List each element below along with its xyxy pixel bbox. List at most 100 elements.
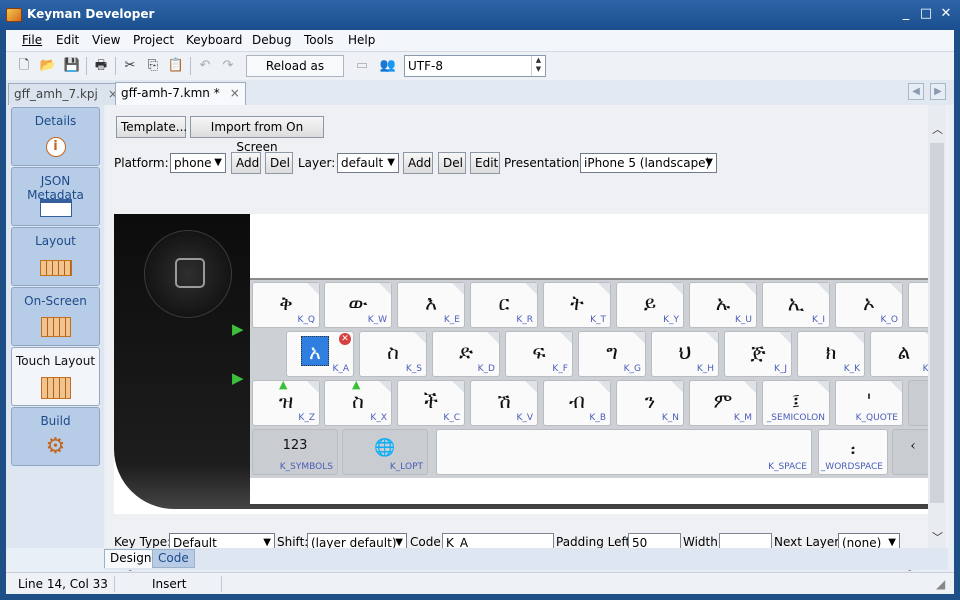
new-file-icon[interactable]: 🗋 <box>14 56 34 76</box>
key-selected[interactable]: አ K_A ✕ <box>286 331 354 377</box>
tab-source[interactable]: gff-amh-7.kmn * × <box>115 82 246 105</box>
sidebar-item-on-screen[interactable]: On-Screen <box>11 287 100 346</box>
import-from-on-screen-button[interactable]: Import from On Screen <box>190 116 324 154</box>
key[interactable]: ው K_W <box>324 282 392 328</box>
vertical-scrollbar[interactable]: ︿ ﹀ <box>928 105 946 548</box>
menu-edit[interactable]: Edit <box>56 33 79 47</box>
key[interactable]: ቅ K_Q <box>252 282 320 328</box>
menu-project[interactable]: Project <box>133 33 174 47</box>
key[interactable]: ን K_N <box>616 380 684 426</box>
menu-tools[interactable]: Tools <box>304 33 334 47</box>
add-layer-button[interactable]: Add <box>403 152 433 174</box>
open-folder-icon[interactable]: 📂 <box>38 56 58 76</box>
tab-project[interactable]: gff_amh_7.kpj × <box>8 83 124 105</box>
reload-as-format-button[interactable]: Reload as format <box>246 55 344 93</box>
key[interactable]: ጅ K_J <box>724 331 792 377</box>
save-icon[interactable]: 💾 <box>62 56 82 76</box>
key-id: K_N <box>661 413 679 423</box>
add-key-icon[interactable]: ▲ <box>279 378 287 391</box>
delete-key-icon[interactable]: ✕ <box>339 333 351 345</box>
add-platform-button[interactable]: Add <box>231 152 261 174</box>
del-layer-button[interactable]: Del <box>438 152 466 174</box>
key[interactable]: ድ K_D <box>432 331 500 377</box>
key[interactable]: ህ K_H <box>651 331 719 377</box>
menu-keyboard[interactable]: Keyboard <box>186 33 242 47</box>
platform-select[interactable]: phone ▼ <box>170 153 226 173</box>
menu-file[interactable]: File <box>22 33 42 47</box>
copy-icon[interactable]: ⎘ <box>143 56 163 76</box>
key[interactable]: ስ K_S <box>359 331 427 377</box>
key[interactable]: እ K_E <box>397 282 465 328</box>
key[interactable]: ' K_QUOTE <box>835 380 903 426</box>
tab-scroll-left-icon[interactable]: ◀ <box>908 83 924 100</box>
edit-layer-button[interactable]: Edit <box>470 152 500 174</box>
close-window-button[interactable]: ✕ <box>938 6 954 22</box>
key-symbols[interactable]: 123 K_SYMBOLS <box>252 429 338 475</box>
tab-code[interactable]: Code <box>152 549 195 568</box>
paste-icon[interactable]: 📋 <box>166 56 186 76</box>
key[interactable]: ኦ K_O <box>835 282 903 328</box>
key-char: ሽ <box>497 389 511 413</box>
undo-icon[interactable]: ↶ <box>195 56 215 76</box>
resize-grip-icon[interactable]: ◢ <box>936 577 945 591</box>
spinner-icon[interactable]: ▲ ▼ <box>531 56 545 76</box>
key[interactable]: ች K_C <box>397 380 465 426</box>
redo-icon[interactable]: ↷ <box>218 56 238 76</box>
tab-design[interactable]: Design <box>104 549 158 568</box>
key[interactable] <box>908 380 928 426</box>
key[interactable]: ፍ K_F <box>505 331 573 377</box>
key[interactable]: ኢ K_I <box>762 282 830 328</box>
sidebar-item-build[interactable]: Build ⚙ <box>11 407 100 466</box>
key[interactable]: ይ K_Y <box>616 282 684 328</box>
people-icon[interactable]: 👥 <box>378 56 398 76</box>
menu-help[interactable]: Help <box>348 33 375 47</box>
menu-debug[interactable]: Debug <box>252 33 291 47</box>
key-char: ይ <box>643 291 657 315</box>
sidebar-item-label: Layout <box>35 234 76 248</box>
key[interactable]: ኡ K_U <box>689 282 757 328</box>
vertical-scroll-thumb[interactable] <box>930 143 944 503</box>
key-char: ፡ <box>850 438 856 462</box>
menu-view[interactable]: View <box>92 33 120 47</box>
key[interactable]: ክ K_K <box>797 331 865 377</box>
window-icon[interactable]: ▭ <box>352 56 372 76</box>
key-char: ኡ <box>715 291 731 315</box>
scroll-up-icon[interactable]: ︿ <box>932 121 943 137</box>
cursor-position: Line 14, Col 33 <box>18 577 108 591</box>
key[interactable]: ር K_R <box>470 282 538 328</box>
key[interactable]: ብ K_B <box>543 380 611 426</box>
tab-scroll-right-icon[interactable]: ▶ <box>930 83 946 100</box>
key[interactable]: ሽ K_V <box>470 380 538 426</box>
maximize-button[interactable]: □ <box>918 6 934 22</box>
sidebar-item-details[interactable]: Details i <box>11 107 100 166</box>
menu-bar: File Edit View Project Keyboard Debug To… <box>6 30 954 52</box>
key-globe[interactable]: 🌐 K_LOPT <box>342 429 428 475</box>
key[interactable]: ግ K_G <box>578 331 646 377</box>
key-space[interactable]: K_SPACE <box>436 429 812 475</box>
minimize-button[interactable]: _ <box>898 6 914 22</box>
layer-select[interactable]: default ▼ <box>337 153 399 173</box>
status-bar: Line 14, Col 33 Insert ◢ <box>6 572 954 594</box>
scroll-down-icon[interactable]: ﹀ <box>932 529 943 545</box>
print-icon[interactable]: 🖶 <box>91 56 111 76</box>
key[interactable]: ም K_M <box>689 380 757 426</box>
add-key-icon[interactable]: ▲ <box>352 378 360 391</box>
del-platform-button[interactable]: Del <box>265 152 293 174</box>
key[interactable] <box>908 282 928 328</box>
key[interactable]: ት K_T <box>543 282 611 328</box>
key-id: K_Z <box>298 413 315 423</box>
key-id: K_O <box>880 315 899 325</box>
template-button[interactable]: Template... <box>116 116 187 138</box>
sidebar-item-layout[interactable]: Layout <box>11 227 100 286</box>
key-backspace[interactable]: ‹ <box>892 429 928 475</box>
key-char: ግ <box>606 340 618 364</box>
key-wordspace[interactable]: ፡ _WORDSPACE <box>818 429 888 475</box>
encoding-select[interactable]: UTF-8 ▲ ▼ <box>404 55 546 77</box>
cut-icon[interactable]: ✂ <box>120 56 140 76</box>
close-tab-icon[interactable]: × <box>230 86 240 100</box>
sidebar-item-json-metadata[interactable]: JSON Metadata <box>11 167 100 226</box>
key[interactable]: ፤ _SEMICOLON <box>762 380 830 426</box>
key[interactable]: ልK_ <box>870 331 928 377</box>
sidebar-item-touch-layout[interactable]: Touch Layout <box>11 347 100 406</box>
presentation-select[interactable]: iPhone 5 (landscape) ▼ <box>580 153 717 173</box>
